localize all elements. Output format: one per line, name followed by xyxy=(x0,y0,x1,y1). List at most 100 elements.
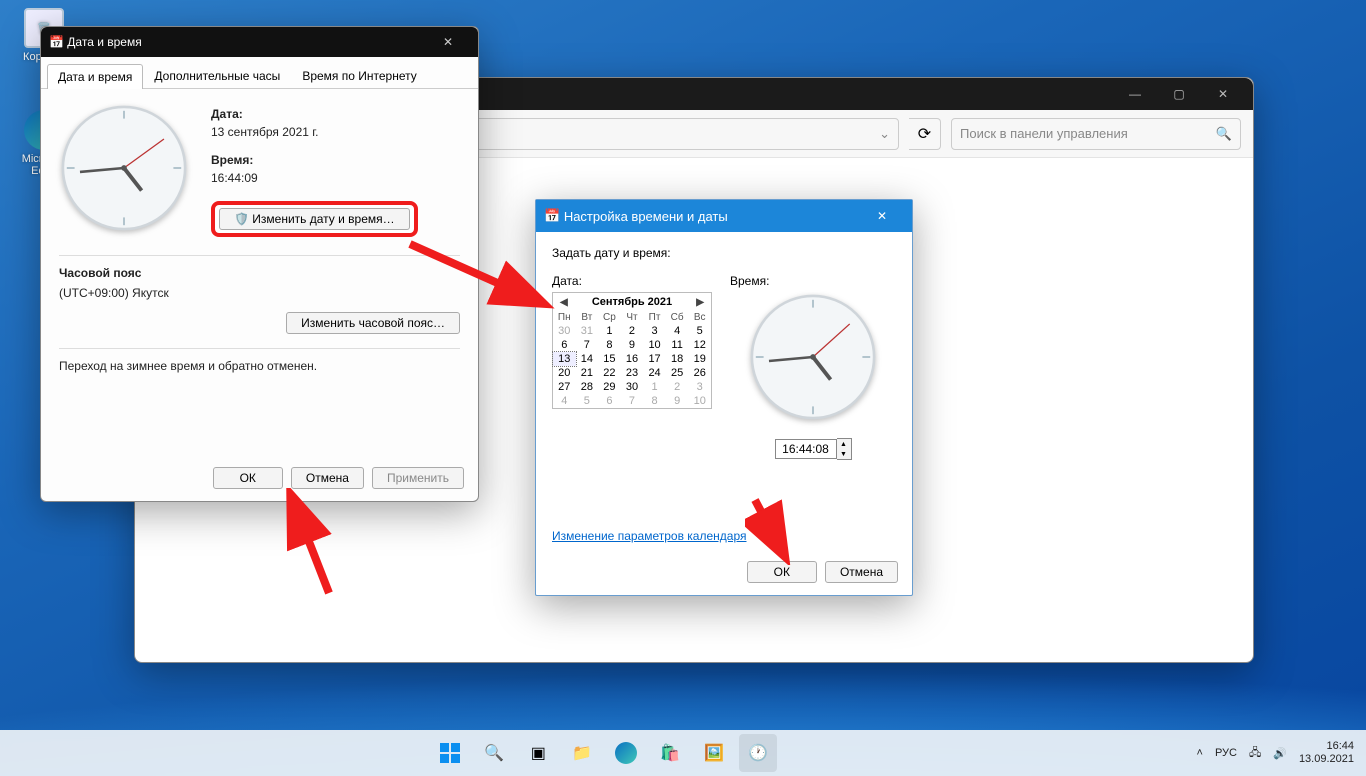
prev-month-button[interactable]: ◀ xyxy=(557,297,571,308)
calendar-day[interactable]: 2 xyxy=(666,380,689,394)
calendar-day[interactable]: 7 xyxy=(576,338,599,352)
calendar-day[interactable]: 15 xyxy=(598,352,621,366)
explorer-icon[interactable]: 📁 xyxy=(563,734,601,772)
tray-chevron-up-icon[interactable]: ˄ xyxy=(1197,747,1203,759)
calendar-dayhead: Вт xyxy=(576,311,599,324)
maximize-button[interactable]: ▢ xyxy=(1157,79,1201,109)
calendar-day[interactable]: 28 xyxy=(576,380,599,394)
calendar-day[interactable]: 30 xyxy=(553,324,576,338)
time-value: 16:44:09 xyxy=(211,171,418,185)
calendar-day[interactable]: 9 xyxy=(621,338,644,352)
calendar-day[interactable]: 4 xyxy=(553,394,576,408)
calendar-day[interactable]: 14 xyxy=(576,352,599,366)
close-button[interactable]: ✕ xyxy=(860,201,904,231)
calendar-day[interactable]: 16 xyxy=(621,352,644,366)
apply-button[interactable]: Применить xyxy=(372,467,464,489)
refresh-button[interactable]: ⟳ xyxy=(909,118,941,150)
calendar-day[interactable]: 24 xyxy=(643,366,666,380)
task-view-button[interactable]: ▣ xyxy=(519,734,557,772)
ok-button[interactable]: ОК xyxy=(213,467,283,489)
datetime-app-icon[interactable]: 🕐 xyxy=(739,734,777,772)
time-label: Время: xyxy=(211,153,418,167)
change-date-time-button[interactable]: 🛡️ Изменить дату и время… xyxy=(219,208,410,230)
calendar-icon: 📅 xyxy=(49,35,64,49)
network-icon[interactable]: 🖧 xyxy=(1249,744,1261,763)
spin-up-button[interactable]: ▲ xyxy=(837,439,851,449)
calendar-day[interactable]: 20 xyxy=(553,366,576,380)
calendar-day[interactable]: 11 xyxy=(666,338,689,352)
calendar-day[interactable]: 1 xyxy=(598,324,621,338)
calendar-day[interactable]: 23 xyxy=(621,366,644,380)
cancel-button[interactable]: Отмена xyxy=(825,561,898,583)
date-time-titlebar[interactable]: 📅 Дата и время ✕ xyxy=(41,27,478,57)
calendar-day[interactable]: 19 xyxy=(688,352,711,366)
calendar-day[interactable]: 3 xyxy=(643,324,666,338)
close-button[interactable]: ✕ xyxy=(426,27,470,57)
calendar-day[interactable]: 8 xyxy=(643,394,666,408)
calendar-settings-link[interactable]: Изменение параметров календаря xyxy=(552,529,747,543)
calendar-day[interactable]: 31 xyxy=(576,324,599,338)
tab-additional-clocks[interactable]: Дополнительные часы xyxy=(143,63,291,88)
date-time-window: 📅 Дата и время ✕ Дата и время Дополнител… xyxy=(40,26,479,502)
language-indicator[interactable]: РУС xyxy=(1215,747,1237,759)
calendar-day[interactable]: 13 xyxy=(553,352,576,366)
change-timezone-button[interactable]: Изменить часовой пояс… xyxy=(286,312,460,334)
window-title: Дата и время xyxy=(67,35,141,49)
settings-titlebar[interactable]: 📅 Настройка времени и даты ✕ xyxy=(536,200,912,232)
calendar-day[interactable]: 10 xyxy=(643,338,666,352)
calendar-icon: 📅 xyxy=(544,208,560,224)
calendar-day[interactable]: 4 xyxy=(666,324,689,338)
calendar-day[interactable]: 17 xyxy=(643,352,666,366)
close-button[interactable]: ✕ xyxy=(1201,79,1245,109)
tab-internet-time[interactable]: Время по Интернету xyxy=(291,63,427,88)
calendar-dayhead: Чт xyxy=(621,311,644,324)
calendar-day[interactable]: 22 xyxy=(598,366,621,380)
calendar-day[interactable]: 25 xyxy=(666,366,689,380)
calendar-day[interactable]: 8 xyxy=(598,338,621,352)
search-input[interactable]: Поиск в панели управления 🔍 xyxy=(951,118,1241,150)
tray-clock[interactable]: 16:44 13.09.2021 xyxy=(1299,740,1354,765)
tz-label: Часовой пояс xyxy=(59,266,460,280)
store-icon[interactable]: 🛍️ xyxy=(651,734,689,772)
calendar-day[interactable]: 27 xyxy=(553,380,576,394)
spin-down-button[interactable]: ▼ xyxy=(837,449,851,459)
volume-icon[interactable]: 🔊 xyxy=(1273,747,1287,760)
date-label: Дата: xyxy=(211,107,418,121)
highlight-change-datetime: 🛡️ Изменить дату и время… xyxy=(211,201,418,237)
calendar-day[interactable]: 5 xyxy=(688,324,711,338)
time-spinner[interactable]: ▲ ▼ xyxy=(730,438,896,460)
calendar-day[interactable]: 21 xyxy=(576,366,599,380)
calendar-day[interactable]: 6 xyxy=(553,338,576,352)
start-button[interactable] xyxy=(431,734,469,772)
calendar-dayhead: Вс xyxy=(688,311,711,324)
chevron-down-icon[interactable]: ⌄ xyxy=(879,126,890,142)
ok-button[interactable]: ОК xyxy=(747,561,817,583)
cancel-button[interactable]: Отмена xyxy=(291,467,364,489)
calendar-day[interactable]: 5 xyxy=(576,394,599,408)
next-month-button[interactable]: ▶ xyxy=(693,297,707,308)
calendar-day[interactable]: 7 xyxy=(621,394,644,408)
calendar-day[interactable]: 9 xyxy=(666,394,689,408)
settings-heading: Задать дату и время: xyxy=(552,246,896,260)
taskbar-search-button[interactable]: 🔍 xyxy=(475,734,513,772)
refresh-icon: ⟳ xyxy=(918,124,931,144)
calendar-dayhead: Сб xyxy=(666,311,689,324)
calendar-day[interactable]: 6 xyxy=(598,394,621,408)
calendar-day[interactable]: 18 xyxy=(666,352,689,366)
calendar-day[interactable]: 26 xyxy=(688,366,711,380)
calendar-day[interactable]: 12 xyxy=(688,338,711,352)
calendar-month[interactable]: Сентябрь 2021 xyxy=(592,296,672,308)
time-input[interactable] xyxy=(775,439,837,459)
calendar-day[interactable]: 10 xyxy=(688,394,711,408)
calendar-day[interactable]: 2 xyxy=(621,324,644,338)
search-icon: 🔍 xyxy=(1216,126,1232,142)
tab-date-time[interactable]: Дата и время xyxy=(47,64,143,89)
datetime-settings-dialog: 📅 Настройка времени и даты ✕ Задать дату… xyxy=(535,199,913,596)
calendar-day[interactable]: 3 xyxy=(688,380,711,394)
minimize-button[interactable]: — xyxy=(1113,79,1157,109)
edge-icon[interactable] xyxy=(607,734,645,772)
app-icon[interactable]: 🖼️ xyxy=(695,734,733,772)
calendar-day[interactable]: 29 xyxy=(598,380,621,394)
calendar-day[interactable]: 1 xyxy=(643,380,666,394)
calendar-day[interactable]: 30 xyxy=(621,380,644,394)
